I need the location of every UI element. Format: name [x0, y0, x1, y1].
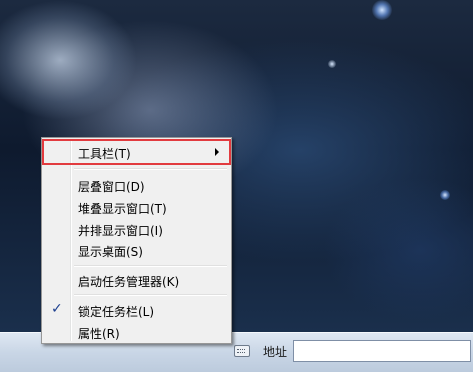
- menu-item-label: 层叠窗口(D): [78, 180, 145, 194]
- menu-item-toolbars[interactable]: 工具栏(T): [42, 139, 231, 165]
- menu-item-label: 启动任务管理器(K): [78, 275, 180, 289]
- menu-item-label: 锁定任务栏(L): [78, 305, 155, 319]
- menu-item-stack-windows[interactable]: 堆叠显示窗口(T): [44, 196, 229, 218]
- light-glow: [328, 60, 336, 68]
- menu-item-label: 显示桌面(S): [78, 245, 143, 259]
- menu-separator: [74, 168, 227, 170]
- menu-item-label: 堆叠显示窗口(T): [78, 202, 167, 216]
- menu-item-properties[interactable]: 属性(R): [44, 321, 229, 343]
- menu-item-lock-taskbar[interactable]: ✓ 锁定任务栏(L): [44, 299, 229, 321]
- keyboard-icon[interactable]: [234, 345, 250, 357]
- menu-item-show-desktop[interactable]: 显示桌面(S): [44, 239, 229, 261]
- address-input[interactable]: [293, 340, 471, 362]
- menu-separator: [74, 294, 227, 296]
- menu-item-label: 属性(R): [78, 327, 120, 341]
- taskbar-context-menu: 工具栏(T) 层叠窗口(D) 堆叠显示窗口(T) 并排显示窗口(I) 显示桌面(…: [41, 137, 232, 344]
- address-label: 地址: [263, 345, 288, 359]
- menu-item-task-manager[interactable]: 启动任务管理器(K): [44, 269, 229, 291]
- light-glow: [372, 0, 392, 20]
- menu-item-side-by-side[interactable]: 并排显示窗口(I): [44, 218, 229, 240]
- menu-item-label: 并排显示窗口(I): [78, 224, 163, 238]
- light-glow: [440, 190, 450, 200]
- submenu-arrow-icon: [215, 148, 219, 156]
- menu-item-label: 工具栏(T): [78, 147, 131, 161]
- menu-item-cascade-windows[interactable]: 层叠窗口(D): [44, 174, 229, 196]
- checkmark-icon: ✓: [51, 301, 63, 317]
- menu-separator: [74, 265, 227, 267]
